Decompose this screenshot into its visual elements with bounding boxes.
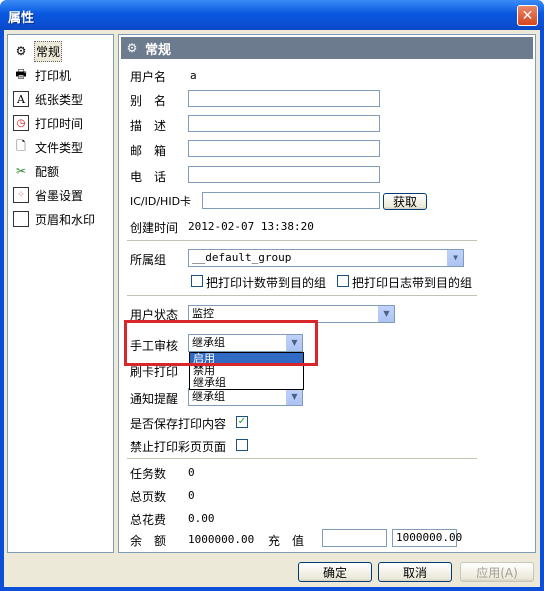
save-content-label: 是否保存打印内容	[130, 417, 227, 431]
clock-icon: ◷	[13, 115, 29, 131]
nav-item-label: 配额	[35, 164, 60, 179]
user-status-value: 监控	[192, 307, 214, 320]
alias-input[interactable]	[188, 90, 380, 107]
ok-button[interactable]: 确定	[298, 562, 372, 582]
chevron-down-icon[interactable]: ▼	[447, 250, 463, 266]
nav-item-label: 文件类型	[35, 140, 84, 155]
created-time-label: 创建时间	[130, 221, 179, 235]
balance-label: 余 额	[130, 534, 167, 548]
ink-dots-icon: ⁘	[13, 187, 29, 203]
properties-window: 属性 ✕ ⚙ 常规 🖶 打印机 A 纸张类型 ◷ 打印时间 🗋 文件类型 ✂ 配…	[0, 0, 544, 591]
print-log-checkbox[interactable]	[337, 275, 349, 287]
total-cost-value: 0.00	[188, 512, 215, 525]
gear-icon: ⚙	[126, 41, 138, 55]
nav-item-printer[interactable]: 🖶 打印机	[13, 65, 72, 85]
balance-value: 1000000.00	[188, 533, 255, 546]
nav-item-label: 页眉和水印	[35, 212, 96, 227]
disable-color-label: 禁止打印彩页页面	[130, 440, 227, 454]
phone-label: 电 话	[130, 170, 167, 184]
card-input[interactable]	[202, 192, 380, 209]
recharge-label: 充 值	[268, 534, 305, 548]
category-nav: ⚙ 常规 🖶 打印机 A 纸张类型 ◷ 打印时间 🗋 文件类型 ✂ 配额 ⁘ 省…	[7, 34, 114, 553]
total-pages-label: 总页数	[130, 490, 167, 504]
get-card-button[interactable]: 获取	[383, 193, 427, 210]
notify-value: 继承组	[192, 390, 225, 403]
annotation-highlight	[124, 320, 318, 366]
chevron-down-icon[interactable]: ▼	[378, 306, 394, 322]
print-count-checkbox[interactable]	[191, 275, 203, 287]
gear-icon: ⚙	[15, 44, 27, 58]
nav-item-label: 打印时间	[35, 116, 84, 131]
title-bar[interactable]: 属性 ✕	[0, 0, 544, 30]
print-count-label: 把打印计数带到目的组	[206, 276, 327, 290]
nav-item-general[interactable]: ⚙ 常规	[13, 40, 63, 62]
nav-item-quota[interactable]: ✂ 配额	[13, 161, 60, 181]
group-select[interactable]: __default_group ▼	[188, 249, 464, 267]
panel-header: ⚙ 常规	[121, 37, 533, 59]
divider	[127, 458, 477, 459]
notify-select[interactable]: 继承组 ▼	[188, 388, 303, 406]
total-pages-value: 0	[188, 489, 195, 502]
divider	[127, 240, 477, 241]
cancel-button[interactable]: 取消	[378, 562, 452, 582]
total-cost-label: 总花费	[130, 513, 167, 527]
card-label: IC/ID/HID卡	[130, 195, 192, 208]
disable-color-checkbox[interactable]	[236, 439, 248, 451]
description-input[interactable]	[188, 115, 380, 132]
panel-title: 常规	[145, 42, 172, 58]
page-icon	[13, 211, 29, 227]
created-time-value: 2012-02-07 13:38:20	[188, 220, 314, 233]
divider	[127, 295, 477, 296]
recharge-result-field: 1000000.00	[392, 529, 462, 547]
window-title: 属性	[8, 11, 35, 26]
email-input[interactable]	[188, 140, 380, 157]
close-icon: ✕	[521, 7, 534, 24]
nav-item-print-time[interactable]: ◷ 打印时间	[13, 113, 84, 133]
chevron-down-icon[interactable]: ▼	[286, 389, 302, 405]
document-icon: 🗋	[16, 138, 26, 153]
paper-a-icon: A	[13, 91, 29, 107]
dialog-client: ⚙ 常规 🖶 打印机 A 纸张类型 ◷ 打印时间 🗋 文件类型 ✂ 配额 ⁘ 省…	[4, 30, 540, 587]
apply-button[interactable]: 应用(A)	[460, 562, 534, 582]
email-label: 邮 箱	[130, 144, 167, 158]
printer-icon: 🖶	[15, 66, 27, 81]
nav-item-header-watermark[interactable]: 页眉和水印	[13, 209, 96, 229]
recharge-input[interactable]	[322, 529, 387, 547]
nav-item-label: 常规	[34, 40, 63, 62]
general-panel: ⚙ 常规 用户名 a 别 名 描 述 邮 箱 电 话 IC/ID/HID卡 获取…	[118, 34, 536, 553]
task-count-label: 任务数	[130, 467, 167, 481]
task-count-value: 0	[188, 466, 195, 479]
save-content-checkbox[interactable]: ✓	[236, 416, 248, 428]
alias-label: 别 名	[130, 94, 167, 108]
quota-icon: ✂	[15, 164, 27, 178]
notify-label: 通知提醒	[130, 392, 179, 406]
nav-item-ink-saving[interactable]: ⁘ 省墨设置	[13, 185, 84, 205]
group-label: 所属组	[130, 253, 167, 267]
nav-item-label: 打印机	[35, 68, 72, 83]
nav-item-label: 纸张类型	[35, 92, 84, 107]
nav-item-file-type[interactable]: 🗋 文件类型	[13, 137, 84, 157]
nav-item-label: 省墨设置	[35, 188, 84, 203]
close-button[interactable]: ✕	[517, 5, 538, 26]
nav-item-paper-type[interactable]: A 纸张类型	[13, 89, 84, 109]
dropdown-option-inherit[interactable]: 继承组	[190, 377, 303, 389]
group-select-value: __default_group	[192, 251, 292, 264]
username-label: 用户名	[130, 70, 167, 84]
username-value: a	[190, 69, 197, 82]
print-log-label: 把打印日志带到目的组	[352, 276, 473, 290]
phone-input[interactable]	[188, 166, 380, 183]
description-label: 描 述	[130, 119, 167, 133]
